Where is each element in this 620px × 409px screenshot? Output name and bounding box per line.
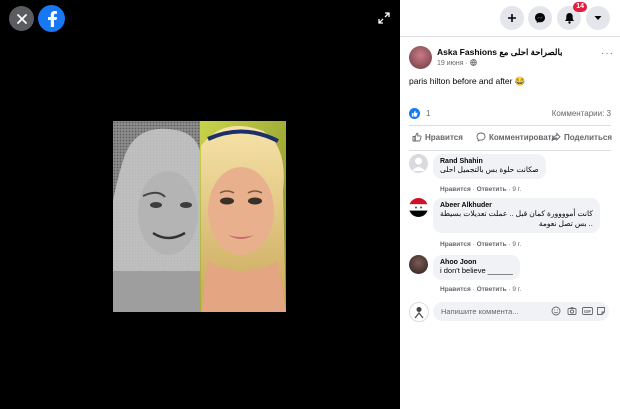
commenter-avatar[interactable] [409,198,428,217]
comment-meta: Нравится · Ответить · 9 г. [440,186,522,193]
topbar-divider [400,36,620,37]
comment-bubble: Abeer Alkhuder ﻛﺎﻧﺖ أﻣﻮووورة ﻛﻤﺎن ﻗﺒﻞ ..… [433,198,600,233]
like-button[interactable]: Нравится [412,132,463,142]
post-options-button[interactable]: ··· [601,48,614,59]
share-button[interactable]: Поделиться [551,132,612,142]
comment-time: 9 г. [512,286,522,293]
camera-icon [567,307,577,315]
comment-icon [476,132,486,142]
close-icon [16,13,27,24]
comment-text-line: ﺑﺲ ﺗﺼﻞ ﻧﻌﻮﻣﺔ .. [538,219,593,228]
comment-like-link[interactable]: Нравится [440,286,471,293]
gif-button[interactable]: GIF [581,305,593,317]
post-date[interactable]: 19 июня [437,60,464,67]
commenter-name[interactable]: Rand Shahin [440,158,539,165]
like-count[interactable]: 1 [426,109,430,118]
comment-bubble: Ahoo Joon i don't believe ______ [433,255,520,280]
comment-like-link[interactable]: Нравится [440,241,471,248]
post-actions: Нравится Комментировать Поделиться [409,132,614,146]
comment-text: ﺻﻜﺎﻧﺖ ﺣﻠﻮة ﺑﺲ ﺑﺎﻟﺘﺠﻤﻴﻞ اﺣﻠﻰ [440,165,539,174]
page-avatar[interactable] [409,46,432,69]
facebook-logo[interactable] [38,5,65,32]
sticker-button[interactable] [595,305,607,317]
comment-time: 9 г. [512,186,522,193]
messenger-icon [535,13,545,23]
comment-like-link[interactable]: Нравится [440,186,471,193]
share-button-label: Поделиться [564,132,613,142]
comment-count[interactable]: Комментарии: 3 [552,109,611,118]
comment-time: 9 г. [512,241,522,248]
post-photo[interactable] [113,121,286,312]
commenter-avatar[interactable] [409,255,428,274]
messenger-button[interactable] [528,6,552,30]
notifications-badge: 14 [573,2,587,12]
my-avatar [409,302,429,322]
comment-button-label: Комментировать [489,132,557,142]
laughing-emoji: 😂 [514,76,526,86]
create-button[interactable] [500,6,524,30]
thumbs-up-outline-icon [412,132,422,142]
comment-reply-link[interactable]: Ответить [477,286,507,293]
top-bar: 14 [400,0,620,36]
comment-composer: Напишите коммента... GIF [409,302,614,324]
stats-divider [409,125,611,126]
share-icon [551,132,561,142]
commenter-name[interactable]: Abeer Alkhuder [440,202,593,209]
comment-meta: Нравится · Ответить · 9 г. [440,286,522,293]
comment-button[interactable]: Комментировать [476,132,557,142]
fullscreen-button[interactable] [375,9,393,27]
thumbs-up-icon [411,110,418,117]
gif-icon: GIF [581,307,593,315]
flag-avatar-icon [409,198,428,217]
comment-meta: Нравится · Ответить · 9 г. [440,241,522,248]
comment-reply-link[interactable]: Ответить [477,186,507,193]
svg-text:GIF: GIF [584,309,591,314]
like-reaction-icon[interactable] [409,108,420,119]
photo-viewer [0,0,400,409]
comment-text: ﻛﺎﻧﺖ أﻣﻮووورة ﻛﻤﺎن ﻗﺒﻞ .. ﻋﻤﻠﺖ ﺗﻌﺪﻳﻼت ﺑﺴ… [440,209,593,229]
close-button[interactable] [9,6,34,31]
facebook-f-icon [47,11,57,27]
smiley-icon [551,306,561,316]
comment-input[interactable]: Напишите коммента... GIF [433,302,609,321]
page-name[interactable]: Aska Fashions باﻟﺼﺮاﺣﺔ اﺣﻠﻰ ﻣﻊ [437,47,562,58]
comment-text-line: ﻛﺎﻧﺖ أﻣﻮووورة ﻛﻤﺎن ﻗﺒﻞ .. ﻋﻤﻠﺖ ﺗﻌﺪﻳﻼت ﺑﺴ… [440,209,593,218]
before-after-photo [113,121,286,312]
actions-divider [409,150,611,151]
chevron-down-icon [594,16,602,20]
default-avatar-icon [412,157,425,171]
post-panel: 14 Aska Fashions باﻟﺼﺮاﺣﺔ اﺣﻠﻰ ﻣﻊ 19 июн… [400,0,620,409]
emoji-button[interactable] [550,305,562,317]
commenter-avatar[interactable] [409,154,428,173]
expand-icon [378,12,390,24]
user-avatar-icon [414,307,424,319]
like-button-label: Нравится [425,132,463,142]
comment-reply-link[interactable]: Ответить [477,241,507,248]
account-menu-button[interactable] [586,6,610,30]
comment-bubble: Rand Shahin ﺻﻜﺎﻧﺖ ﺣﻠﻮة ﺑﺲ ﺑﺎﻟﺘﺠﻤﻴﻞ اﺣﻠﻰ [433,154,546,179]
bell-icon [564,13,574,24]
comment-input-placeholder: Напишите коммента... [441,307,519,316]
post-header: Aska Fashions باﻟﺼﺮاﺣﺔ اﺣﻠﻰ ﻣﻊ 19 июня ·… [409,46,614,70]
reaction-stats: 1 Комментарии: 3 [409,107,611,121]
commenter-name[interactable]: Ahoo Joon [440,259,513,266]
post-text: paris hilton before and after 😂 [409,76,525,87]
plus-icon [508,14,516,22]
post-meta: 19 июня · [437,59,477,67]
notifications-button[interactable]: 14 [557,2,587,30]
sticker-icon [597,307,605,315]
globe-icon [469,59,477,67]
photo-button[interactable] [566,305,578,317]
post-caption: paris hilton before and after [409,76,513,86]
comment-text: i don't believe ______ [440,266,513,275]
